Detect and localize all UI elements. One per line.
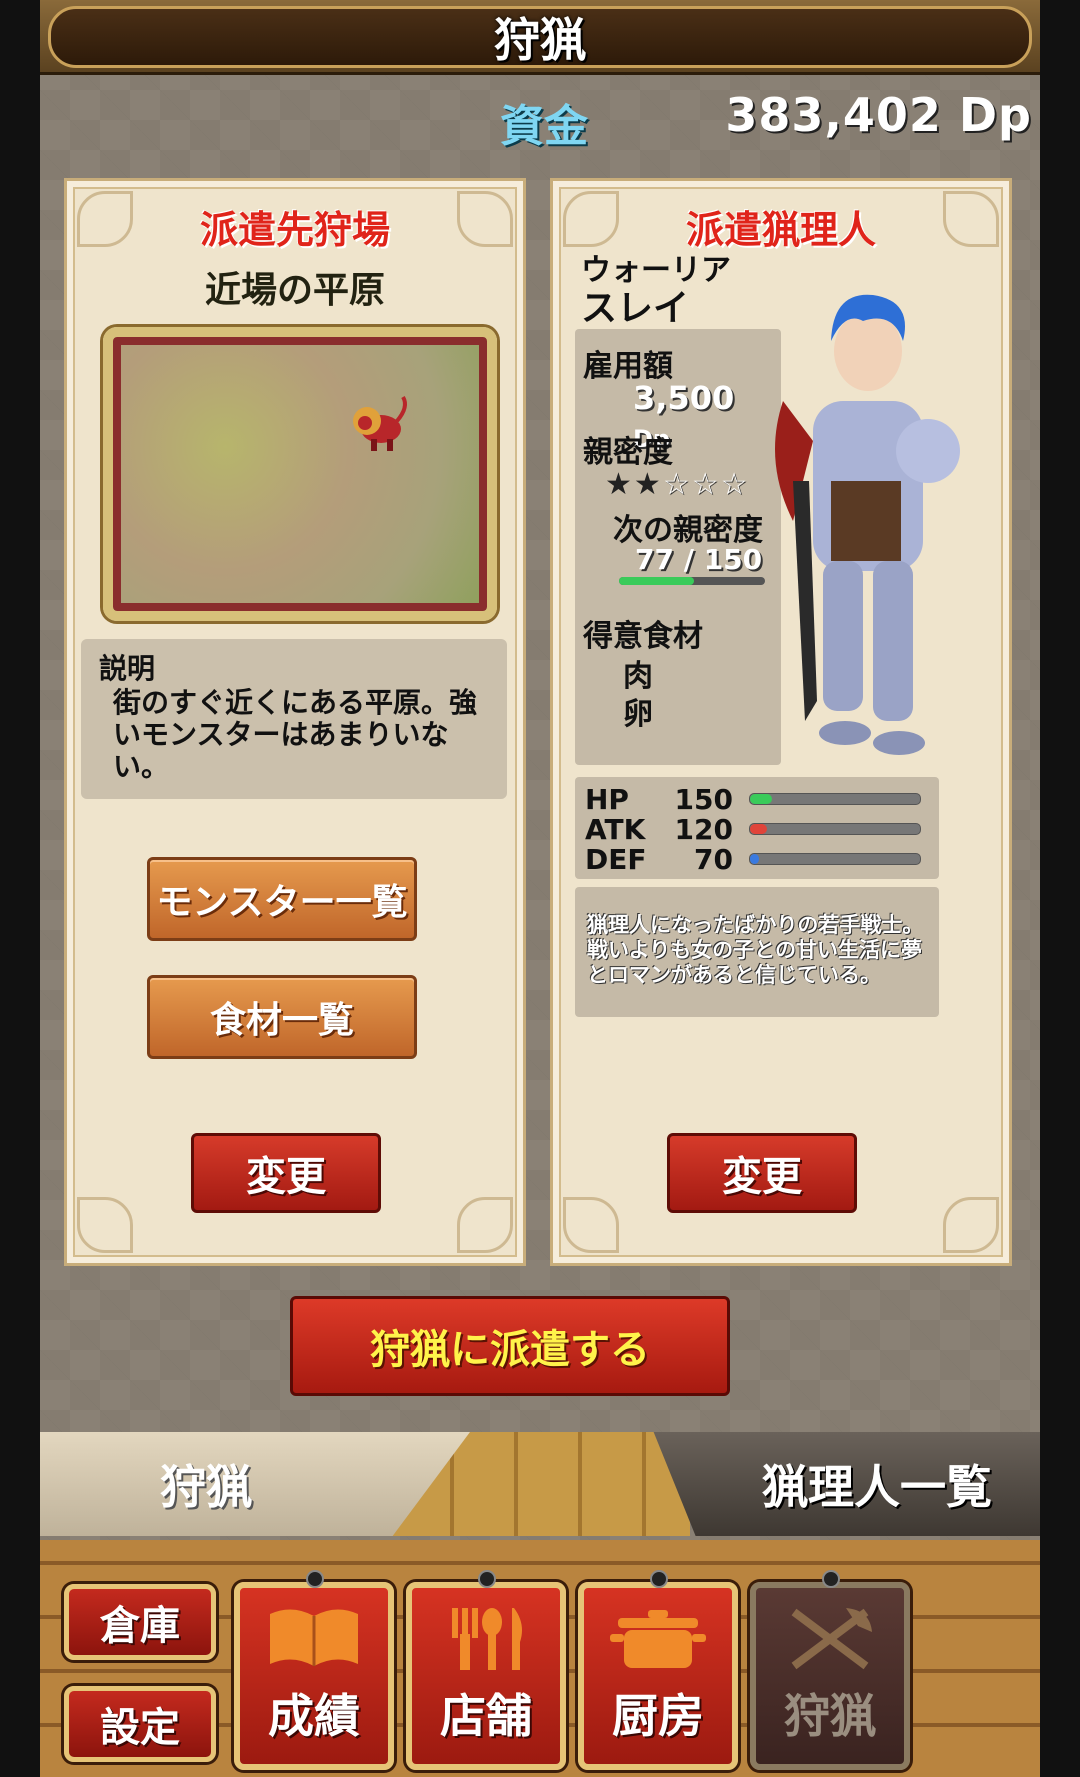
- monster-list-button[interactable]: モンスター一覧: [147, 857, 417, 941]
- field-name: 近場の平原: [204, 270, 385, 311]
- records-label: 成績: [268, 1689, 360, 1743]
- hook-icon: [650, 1570, 668, 1588]
- title-bar: 狩猟: [40, 0, 1040, 75]
- stat-value: 150: [674, 783, 733, 816]
- tab-bar: 狩猟 猟理人一覧: [40, 1432, 1040, 1540]
- funds-value: 383,402 Dp: [725, 88, 1032, 142]
- kitchen-button[interactable]: 厨房: [578, 1570, 738, 1770]
- affinity-progress-fill: [619, 577, 694, 585]
- stat-name: DEF: [585, 843, 647, 876]
- store-label: 店舗: [440, 1689, 532, 1743]
- field-map-image: [103, 327, 497, 621]
- star-empty-icon: ☆: [691, 467, 721, 502]
- funds-bar: 資金 383,402 Dp: [40, 72, 1040, 160]
- store-button[interactable]: 店舗: [406, 1570, 566, 1770]
- hunting-menu-button[interactable]: 狩猟: [750, 1570, 910, 1770]
- records-button[interactable]: 成績: [234, 1570, 394, 1770]
- hunter-portrait: [775, 294, 960, 755]
- dispatch-button[interactable]: 狩猟に派遣する: [290, 1296, 730, 1396]
- stat-value: 70: [694, 843, 733, 876]
- corner-ornament: [77, 1197, 133, 1253]
- stat-name: ATK: [585, 813, 646, 846]
- hook-icon: [822, 1570, 840, 1588]
- book-icon: [270, 1609, 358, 1666]
- settings-button[interactable]: 設定: [64, 1686, 216, 1762]
- monster-icon: [353, 395, 407, 451]
- page-title: 狩猟: [494, 13, 586, 67]
- hunting-ground-heading: 派遣先狩場: [199, 208, 390, 252]
- hunting-ground-panel: 派遣先狩場 近場の平原 説明 街のすぐ近くにある平原。強いモンスターはあまりいな…: [64, 178, 526, 1266]
- cutlery-icon: [452, 1608, 522, 1670]
- star-empty-icon: ☆: [720, 467, 750, 502]
- pot-icon: [610, 1610, 706, 1668]
- hook-icon: [478, 1570, 496, 1588]
- profile-text: 猟理人になったばかりの若手戦士。戦いよりも女の子との甘い生活に夢とロマンがあると…: [587, 913, 924, 987]
- stat-row-atk: ATK 120: [585, 813, 935, 846]
- stat-row-hp: HP 150: [585, 783, 935, 816]
- affinity-stars: ★★☆☆☆: [605, 467, 750, 502]
- corner-ornament: [457, 1197, 513, 1253]
- bottom-menu: 倉庫 設定 成績 店舗 厨房 狩猟: [40, 1540, 1040, 1777]
- star-empty-icon: ☆: [662, 467, 692, 502]
- stat-name: HP: [585, 783, 629, 816]
- title-plate: 狩猟: [48, 6, 1032, 68]
- ingredient-list-button[interactable]: 食材一覧: [147, 975, 417, 1059]
- hunter-info: 雇用額 3,500 Dp 親密度 ★★☆☆☆ 次の親密度 77 / 150 得意…: [575, 329, 781, 765]
- description-box: 説明 街のすぐ近くにある平原。強いモンスターはあまりいない。: [81, 639, 507, 799]
- profile-box: 猟理人になったばかりの若手戦士。戦いよりも女の子との甘い生活に夢とロマンがあると…: [575, 887, 939, 1017]
- storage-button[interactable]: 倉庫: [64, 1584, 216, 1660]
- corner-ornament: [563, 1197, 619, 1253]
- hunting-menu-label: 狩猟: [784, 1689, 876, 1743]
- description-title: 説明: [99, 652, 156, 685]
- next-affinity-value: 77 / 150: [635, 543, 763, 576]
- affinity-label: 親密度: [583, 435, 673, 470]
- stat-bar-fill: [750, 794, 773, 804]
- hook-icon: [306, 1570, 324, 1588]
- stat-row-def: DEF 70: [585, 843, 935, 876]
- funds-label: 資金: [500, 101, 588, 152]
- corner-ornament: [943, 1197, 999, 1253]
- hunter-panel: 派遣猟理人 ウォーリア スレイ 雇用額 3,500 Dp 親密度 ★★☆☆☆ 次…: [550, 178, 1012, 1266]
- change-field-button[interactable]: 変更: [191, 1133, 381, 1213]
- affinity-progress-bar: [619, 577, 765, 585]
- crossed-axes-icon: [791, 1608, 872, 1670]
- stat-bar-fill: [750, 854, 759, 864]
- hire-cost-amount: 3,500: [633, 379, 735, 417]
- change-hunter-button[interactable]: 変更: [667, 1133, 857, 1213]
- stat-bar: [749, 793, 921, 805]
- specialty-label: 得意食材: [583, 619, 703, 654]
- kitchen-label: 厨房: [612, 1689, 704, 1743]
- star-filled-icon: ★: [633, 467, 663, 502]
- tab-hunting-label: 狩猟: [160, 1460, 252, 1514]
- hunter-name: スレイ: [581, 288, 690, 329]
- stat-bar-fill: [750, 824, 767, 834]
- stat-bar: [749, 823, 921, 835]
- stats-box: HP 150 ATK 120 DEF 70: [575, 777, 939, 879]
- stat-bar: [749, 853, 921, 865]
- specialty-item: 卵: [623, 697, 653, 732]
- description-text: 街のすぐ近くにある平原。強いモンスターはあまりいない。: [113, 686, 478, 783]
- tab-hunter-list-label: 猟理人一覧: [762, 1460, 992, 1514]
- star-filled-icon: ★: [605, 467, 634, 502]
- stat-value: 120: [674, 813, 733, 846]
- app-root: 狩猟 資金 383,402 Dp 派遣先狩場 近場の平原 説明 街のすぐ近くにあ…: [40, 0, 1040, 1777]
